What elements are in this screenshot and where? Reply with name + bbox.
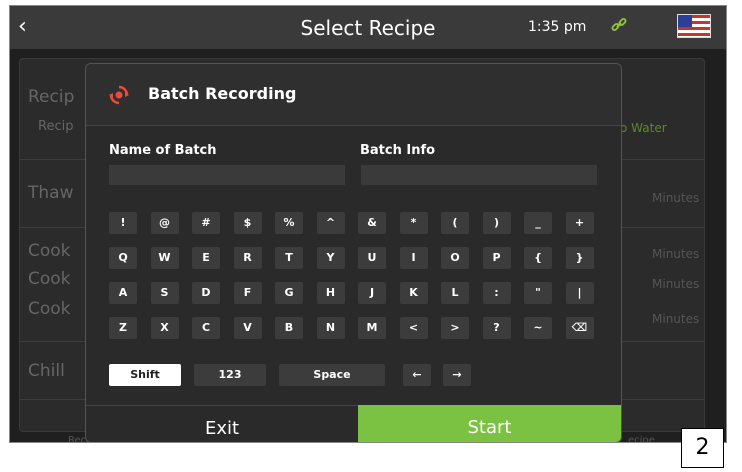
keyboard-key[interactable]: ^ bbox=[316, 212, 345, 234]
keyboard-key[interactable]: B bbox=[275, 317, 303, 339]
cook-label-2: Cook bbox=[28, 269, 71, 289]
keyboard-key[interactable]: $ bbox=[233, 212, 262, 234]
keyboard-key[interactable]: N bbox=[316, 317, 345, 339]
bottom-right-text: ecipe bbox=[628, 435, 655, 443]
keyboard-key[interactable]: Q bbox=[109, 247, 137, 269]
recipe-sub: Recip bbox=[38, 119, 74, 134]
figure-number-badge: 2 bbox=[681, 428, 724, 468]
exit-button[interactable]: Exit bbox=[86, 405, 358, 442]
batch-recording-dialog: Batch Recording Name of Batch Batch Info… bbox=[85, 63, 622, 442]
keyboard-key[interactable]: P bbox=[482, 247, 511, 269]
keyboard-key[interactable]: } bbox=[565, 247, 594, 269]
keyboard-key[interactable]: V bbox=[233, 317, 262, 339]
keyboard-key[interactable]: ? bbox=[482, 317, 511, 339]
thaw-minutes: Minutes bbox=[652, 191, 700, 205]
clock: 1:35 pm bbox=[528, 19, 587, 35]
name-of-batch-field[interactable] bbox=[109, 165, 345, 185]
space-key[interactable]: Space bbox=[279, 364, 385, 386]
cursor-left-key[interactable]: ← bbox=[403, 364, 431, 386]
dialog-title: Batch Recording bbox=[148, 84, 297, 103]
keyboard-key[interactable]: H bbox=[316, 282, 345, 304]
keyboard-key[interactable]: X bbox=[150, 317, 179, 339]
keyboard-key[interactable]: < bbox=[399, 317, 428, 339]
keyboard-key[interactable]: O bbox=[441, 247, 469, 269]
keyboard-key[interactable]: M bbox=[358, 317, 386, 339]
cook-minutes-2: Minutes bbox=[652, 277, 700, 291]
cook-label-1: Cook bbox=[28, 241, 71, 261]
keyboard-key[interactable]: Z bbox=[109, 317, 137, 339]
keyboard-key[interactable]: | bbox=[565, 282, 594, 304]
keyboard-key[interactable]: > bbox=[441, 317, 469, 339]
chill-label: Chill bbox=[28, 361, 65, 381]
keyboard-key[interactable]: C bbox=[192, 317, 220, 339]
keyboard-key[interactable]: { bbox=[524, 247, 552, 269]
cook-minutes-1: Minutes bbox=[652, 247, 700, 261]
keyboard-key[interactable]: ) bbox=[482, 212, 511, 234]
keyboard-key[interactable]: * bbox=[399, 212, 428, 234]
keyboard-key[interactable]: Y bbox=[316, 247, 345, 269]
water-text: o Water bbox=[620, 121, 667, 135]
recipe-label: Recip bbox=[28, 87, 75, 107]
name-of-batch-label: Name of Batch bbox=[109, 143, 217, 158]
us-flag-icon[interactable] bbox=[677, 14, 711, 38]
keyboard-key[interactable]: & bbox=[358, 212, 386, 234]
start-button[interactable]: Start bbox=[358, 405, 621, 442]
keyboard-key[interactable]: D bbox=[192, 282, 220, 304]
keyboard-key[interactable]: W bbox=[150, 247, 179, 269]
keyboard-key[interactable]: G bbox=[275, 282, 303, 304]
keyboard-key[interactable]: R bbox=[233, 247, 262, 269]
batch-info-field[interactable] bbox=[361, 165, 597, 185]
keyboard-key[interactable]: S bbox=[150, 282, 179, 304]
cook-minutes-3: Minutes bbox=[652, 312, 700, 326]
cook-label-3: Cook bbox=[28, 299, 71, 319]
keyboard-key[interactable]: ! bbox=[109, 212, 137, 234]
keyboard-key[interactable]: _ bbox=[524, 212, 552, 234]
bottom-left-text: Rec bbox=[68, 435, 87, 443]
link-icon bbox=[610, 16, 628, 38]
numbers-key[interactable]: 123 bbox=[194, 364, 266, 386]
keyboard-key[interactable]: ( bbox=[441, 212, 469, 234]
keyboard-key[interactable]: F bbox=[233, 282, 262, 304]
thaw-label: Thaw bbox=[28, 183, 74, 203]
keyboard-key[interactable]: E bbox=[192, 247, 220, 269]
keyboard-key[interactable]: L bbox=[441, 282, 469, 304]
cursor-right-key[interactable]: → bbox=[443, 364, 471, 386]
shift-key[interactable]: Shift bbox=[109, 364, 181, 386]
keyboard-key[interactable]: % bbox=[275, 212, 303, 234]
keyboard-key[interactable]: + bbox=[565, 212, 594, 234]
keyboard-key[interactable]: I bbox=[399, 247, 428, 269]
keyboard-key[interactable]: : bbox=[482, 282, 511, 304]
keyboard-key[interactable]: J bbox=[358, 282, 386, 304]
keyboard-key[interactable]: ~ bbox=[524, 317, 552, 339]
batch-info-label: Batch Info bbox=[360, 143, 436, 158]
keyboard-key[interactable]: @ bbox=[150, 212, 179, 234]
keyboard-key[interactable]: " bbox=[524, 282, 552, 304]
record-sync-icon bbox=[108, 84, 129, 105]
top-bar: ‹ Select Recipe 1:35 pm bbox=[10, 6, 726, 49]
device-screen: ‹ Select Recipe 1:35 pm Recip Recip o Wa… bbox=[9, 5, 727, 443]
keyboard-key[interactable]: A bbox=[109, 282, 137, 304]
dialog-header: Batch Recording bbox=[86, 64, 621, 126]
keyboard-key[interactable]: T bbox=[275, 247, 303, 269]
keyboard-key[interactable]: # bbox=[192, 212, 220, 234]
keyboard-key[interactable]: K bbox=[399, 282, 428, 304]
dialog-footer: Exit Start bbox=[86, 405, 621, 442]
backspace-key[interactable]: ⌫ bbox=[565, 317, 594, 339]
keyboard-key[interactable]: U bbox=[358, 247, 386, 269]
